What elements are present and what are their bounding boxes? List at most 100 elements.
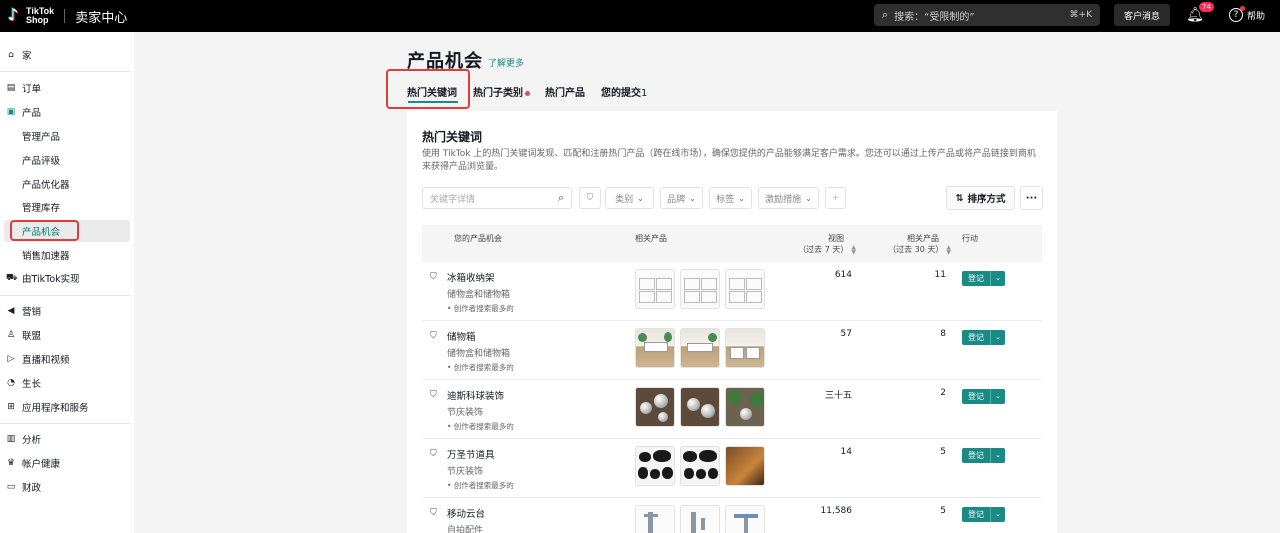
sidebar-divider [0,423,130,424]
sidebar-item-analytics[interactable]: ▥ 分析 [0,428,134,450]
views-value: 11,586 [820,506,853,516]
sort-icon: ⇅ [955,192,964,204]
search-icon: ⌕ [882,8,889,21]
chevron-down-icon[interactable]: ⌄ [990,448,1005,463]
product-thumbnail[interactable] [680,387,720,427]
sidebar-item-products[interactable]: ▣ 产品 [0,101,134,123]
product-thumbnail[interactable] [635,328,675,368]
register-button[interactable]: 登记 ⌄ [962,330,1005,345]
global-search-bar[interactable]: ⌕ 搜索：“受限制的” ⌘+K [874,4,1100,26]
sidebar-item-sales-accelerator[interactable]: 销售加速器 [0,244,134,266]
bookmark-icon[interactable]: ⛉ [430,390,437,400]
product-thumbnail[interactable] [680,446,720,486]
sidebar: ⌂ 家 ▤ 订单 ▣ 产品 管理产品 产品评级 产品优化器 管理库存 产品机会 销售加… [0,32,134,533]
bookmark-icon[interactable]: ⛉ [430,331,437,341]
table-row: ⛉ 冰箱收纳架 储物盒和储物箱 • 创作者搜索最多的 614 11 登记 ⌄ [422,262,1042,321]
product-thumbnail[interactable] [635,446,675,486]
product-thumbnail[interactable] [635,269,675,309]
col-related-count[interactable]: 相关产品 （过去 30 天） ▲ ▼ [883,233,951,255]
tab-your-submissions[interactable]: 您的提交1 [601,84,647,99]
views-value: 614 [834,270,852,280]
keyword-search-input[interactable]: 关键字详情 ⌕ [422,187,572,209]
product-thumbnail[interactable] [725,328,765,368]
card-description: 使用 TikTok 上的热门关键词发现、匹配和注册热门产品（跨在线市场），确保您… [422,149,1036,172]
sidebar-item-marketing[interactable]: ◀ 营销 [0,300,134,322]
sidebar-item-apps-services[interactable]: ⊞ 应用程序和服务 [0,396,134,418]
sort-button[interactable]: ⇅ 排序方式 [946,186,1015,210]
bookmark-icon[interactable]: ⛉ [430,508,437,518]
seller-center-title: 卖家中心 [75,10,128,26]
chevron-down-icon[interactable]: ⌄ [990,330,1005,345]
sidebar-item-finance[interactable]: ▭ 财政 [0,476,134,498]
col-views[interactable]: 视图 （过去 7 天） ▲ ▼ [796,233,856,255]
chevron-down-icon[interactable]: ⌄ [990,507,1005,522]
truck-icon: ⛟ [6,272,18,283]
opportunity-name[interactable]: 储物箱 [447,329,476,343]
col-related-products: 相关产品 [635,234,667,243]
card-title: 热门关键词 [422,130,483,144]
product-thumbnail[interactable] [680,269,720,309]
sidebar-item-account-health[interactable]: ♛ 帐户健康 [0,452,134,474]
chevron-down-icon[interactable]: ⌄ [990,389,1005,404]
related-count: 5 [940,447,946,457]
opportunity-tag: • 创作者搜索最多的 [447,422,514,431]
opportunity-name[interactable]: 迪斯科球装饰 [447,388,504,402]
tiktok-shop-logo[interactable]: TikTok Shop [8,7,54,25]
opportunity-category: 储物盒和储物箱 [447,290,511,300]
bookmark-filter-button[interactable]: ⛉ [579,187,601,209]
product-thumbnail[interactable] [680,328,720,368]
add-filter-button[interactable]: + [825,187,846,209]
views-value: 57 [840,329,852,339]
sidebar-item-home[interactable]: ⌂ 家 [0,44,134,66]
sidebar-item-orders[interactable]: ▤ 订单 [0,77,134,99]
learn-more-link[interactable]: 了解更多 [488,56,524,69]
opportunity-name[interactable]: 冰箱收纳架 [447,270,495,284]
chevron-down-icon: ⌄ [689,193,696,203]
sidebar-item-manage-inventory[interactable]: 管理库存 [0,196,134,218]
question-icon: ? [1228,6,1245,22]
product-thumbnail[interactable] [725,387,765,427]
product-thumbnail[interactable] [725,269,765,309]
chevron-down-icon[interactable]: ⌄ [990,271,1005,286]
col-action: 行动 [962,234,978,243]
product-thumbnail[interactable] [635,387,675,427]
sidebar-item-product-rating[interactable]: 产品评级 [0,149,134,171]
sidebar-item-product-optimizer[interactable]: 产品优化器 [0,173,134,195]
opportunity-name[interactable]: 移动云台 [447,506,485,520]
register-button[interactable]: 登记 ⌄ [962,271,1005,286]
product-thumbnail[interactable] [680,505,720,533]
category-filter[interactable]: 类别 ⌄ [605,187,654,209]
table-row: ⛉ 万圣节道具 节庆装饰 • 创作者搜索最多的 14 5 登记 ⌄ [422,439,1042,498]
help-button[interactable]: ? 帮助 [1226,4,1268,26]
register-button[interactable]: 登记 ⌄ [962,507,1005,522]
tab-hot-products[interactable]: 热门产品 [545,84,585,99]
related-count: 5 [940,506,946,516]
sidebar-item-tiktok-realize[interactable]: ⛟ 由TikTok实现 [0,267,134,289]
product-thumbnail[interactable] [635,505,675,533]
opportunity-category: 节庆装饰 [447,408,484,418]
bookmark-icon[interactable]: ⛉ [430,449,437,459]
new-dot-icon [525,90,530,96]
tab-hot-subcategories[interactable]: 热门子类别 [473,84,530,99]
sidebar-item-live-video[interactable]: ▷ 直播和视频 [0,348,134,370]
bookmark-icon[interactable]: ⛉ [430,272,437,282]
views-value: 三十五 [824,391,852,401]
sidebar-item-growth[interactable]: ◔ 生长 [0,372,134,394]
sidebar-item-manage-products[interactable]: 管理产品 [0,125,134,147]
help-dot [1239,6,1245,11]
chevron-down-icon: ⌄ [805,193,812,203]
more-options-button[interactable]: ··· [1020,186,1043,210]
opportunity-name[interactable]: 万圣节道具 [447,447,495,461]
register-button[interactable]: 登记 ⌄ [962,448,1005,463]
product-thumbnail[interactable] [725,446,765,486]
sidebar-item-affiliate[interactable]: ♙ 联盟 [0,324,134,346]
tags-filter[interactable]: 标签 ⌄ [709,187,752,209]
incentives-filter[interactable]: 激励措施 ⌄ [758,187,819,209]
product-thumbnail[interactable] [725,505,765,533]
table-header: 您的产品机会 相关产品 视图 （过去 7 天） ▲ ▼ 相关产品 （过去 30 天）… [422,225,1042,262]
brand-filter[interactable]: 品牌 ⌄ [660,187,703,209]
register-button[interactable]: 登记 ⌄ [962,389,1005,404]
related-count: 8 [940,329,946,339]
customer-messages-button[interactable]: 客户消息 [1114,4,1170,26]
people-icon: ♙ [6,330,16,340]
